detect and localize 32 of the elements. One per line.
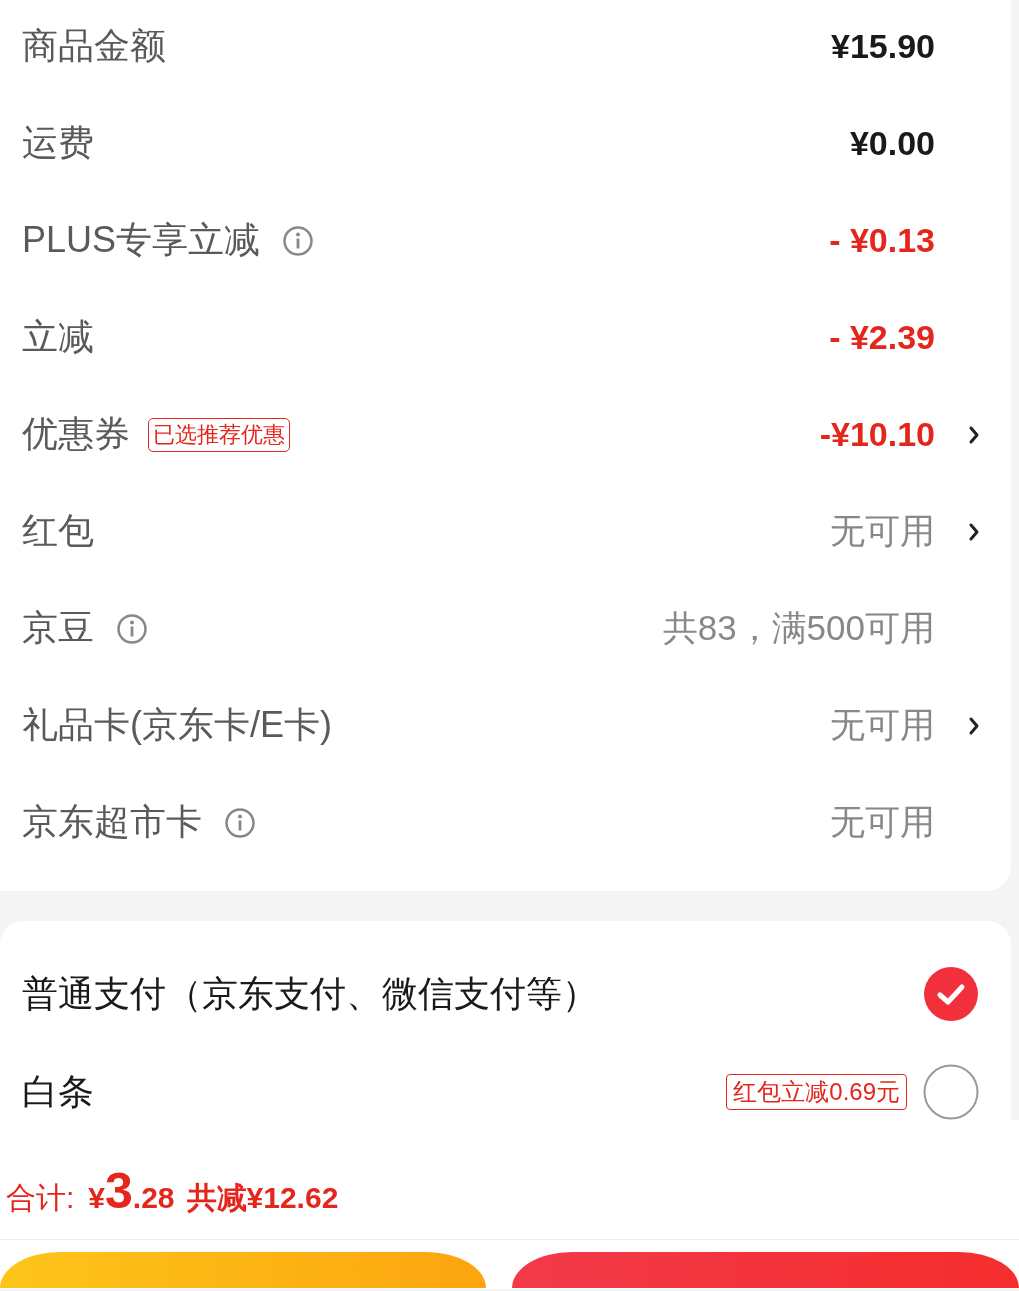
row-label: 运费 [22,121,94,165]
row-value: - ¥2.39 [829,318,935,357]
row-value: 共83，满500可用 [662,607,935,649]
primary-action-button[interactable] [512,1252,1019,1288]
order-total: 合计: ¥3.28 共减¥12.62 [0,1120,1019,1240]
row-label: 立减 [22,315,94,359]
row-label: 红包 [22,509,94,553]
radio-button[interactable] [923,1064,979,1120]
chevron-icon[interactable] [968,521,980,542]
chevron-icon[interactable] [968,715,980,736]
row-value: - ¥0.13 [829,221,935,260]
row-label: PLUS专享立减 [22,218,261,262]
row-value: 无可用 [830,704,935,746]
row-label: 京豆 [22,606,94,650]
chevron-icon[interactable] [968,424,980,445]
row-label: 京东超市卡 [22,800,202,844]
row-label: 优惠券 [22,412,130,456]
row-label: 商品金额 [22,24,166,68]
radio-button[interactable] [923,966,979,1022]
row-value: -¥10.10 [819,415,935,454]
row-label: 礼品卡(京东卡/E卡) [22,703,332,747]
info-icon[interactable] [116,612,148,645]
promo-tag: 红包立减0.69元 [726,1074,907,1110]
promo-tag: 已选推荐优惠 [148,417,290,452]
row-value: 无可用 [830,510,935,552]
payment-option-label[interactable]: 普通支付（京东支付、微信支付等） [22,969,598,1019]
info-icon[interactable] [282,224,315,257]
row-value: 无可用 [830,801,935,843]
info-icon[interactable] [224,806,256,839]
row-value: ¥15.90 [831,27,935,66]
row-value: ¥0.00 [849,124,935,163]
payment-option-label[interactable]: 白条 [22,1067,94,1117]
